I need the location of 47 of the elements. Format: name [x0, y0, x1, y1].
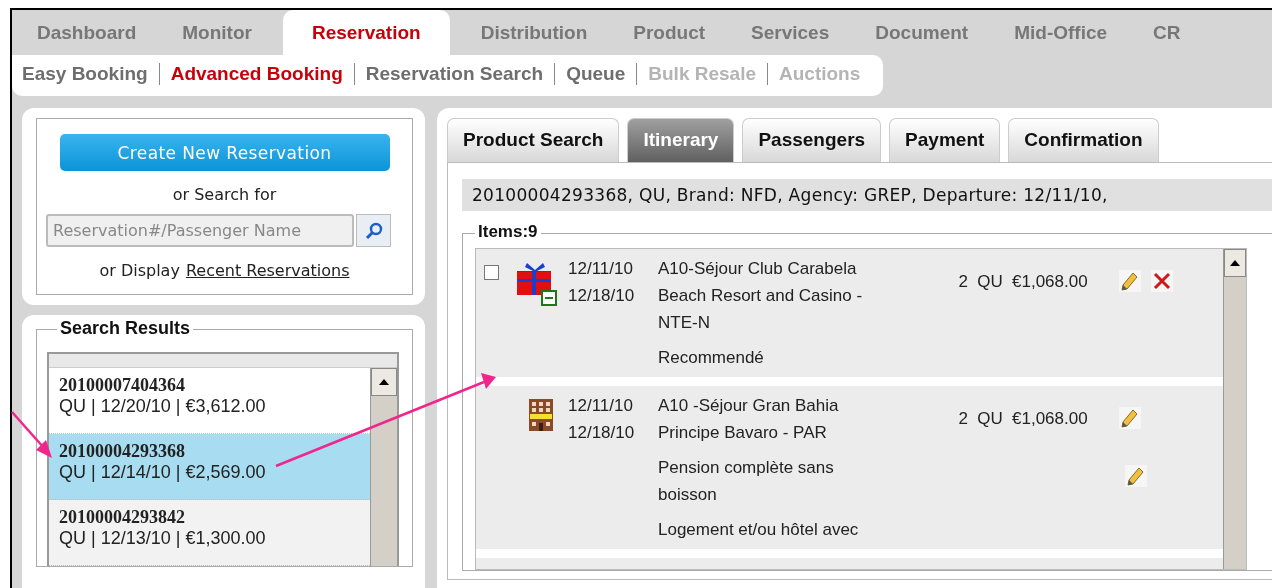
price: €1,068.00 — [1012, 271, 1089, 293]
quantity: 2 — [957, 271, 968, 293]
sub-nav-link[interactable]: Reservation Search — [353, 63, 555, 85]
booking-tab[interactable]: Payment — [889, 118, 1001, 162]
nav-tab[interactable]: Document — [860, 10, 984, 55]
start-date: 12/11/10 — [568, 395, 634, 417]
reservation-summary: 20100004293368, QU, Brand: NFD, Agency: GREP, Departure: 12/11/10, — [462, 179, 1272, 211]
reservation-details: QU | 12/14/10 | €2,569.00 — [59, 462, 267, 483]
booking-tab[interactable]: Confirmation — [1008, 118, 1159, 162]
reservation-number: 20100004293368 — [59, 441, 186, 462]
booking-tab[interactable]: Passengers — [742, 118, 882, 162]
nav-tab[interactable]: Monitor — [167, 10, 267, 55]
sub-nav-link[interactable]: Advanced Booking — [158, 63, 354, 85]
recent-reservations-link[interactable]: Recent Reservations — [185, 261, 350, 280]
item-title: A10-Séjour Club Carabela Beach Resort and Casino - NTE-N — [658, 258, 864, 334]
booking-tab[interactable]: Itinerary — [627, 118, 735, 162]
reservation-number: 20100004293842 — [59, 507, 186, 528]
search-field[interactable]: Reservation#/Passenger Name — [46, 214, 354, 247]
nav-tab[interactable]: Distribution — [465, 10, 603, 55]
start-date: 12/11/10 — [568, 258, 634, 280]
unit: QU — [976, 271, 1004, 293]
sub-nav-link[interactable]: Queue — [554, 63, 637, 85]
item-note: Pension complète sans boisson — [658, 457, 835, 506]
reservation-details: QU | 12/13/10 | €1,300.00 — [59, 528, 267, 549]
sub-nav-link[interactable]: Easy Booking — [22, 63, 159, 85]
nav-tab[interactable]: CR — [1138, 10, 1196, 55]
end-date: 12/18/10 — [568, 285, 636, 307]
price: €1,068.00 — [1012, 408, 1089, 430]
item-note: Recommendé — [658, 347, 765, 369]
reservation-number: 20100007404364 — [59, 375, 186, 396]
reservation-details: QU | 12/20/10 | €3,612.00 — [59, 396, 267, 417]
item-title: A10 -Séjour Gran Bahia Principe Bavaro - PAR — [658, 395, 840, 444]
nav-tab[interactable]: Reservation — [282, 10, 450, 55]
booking-tab[interactable]: Product Search — [447, 118, 620, 162]
result-row[interactable]: 20100004293368 QU | 12/14/10 | €2,569.00 — [49, 434, 370, 500]
nav-tab[interactable]: Product — [618, 10, 721, 55]
create-reservation-button[interactable]: Create New Reservation — [59, 134, 390, 171]
nav-tab[interactable]: Dashboard — [22, 10, 152, 55]
quantity: 2 — [957, 408, 968, 430]
unit: QU — [976, 408, 1004, 430]
end-date: 12/18/10 — [568, 422, 636, 444]
nav-tab[interactable]: Services — [736, 10, 845, 55]
nav-tab[interactable]: Mid-Office — [999, 10, 1123, 55]
display-prompt: or Display — [99, 261, 180, 280]
item-note: Logement et/ou hôtel avec — [658, 519, 860, 541]
search-prompt: or Search for — [172, 184, 277, 204]
result-row[interactable]: 20100004293842 QU | 12/13/10 | €1,300.00 — [49, 500, 370, 566]
